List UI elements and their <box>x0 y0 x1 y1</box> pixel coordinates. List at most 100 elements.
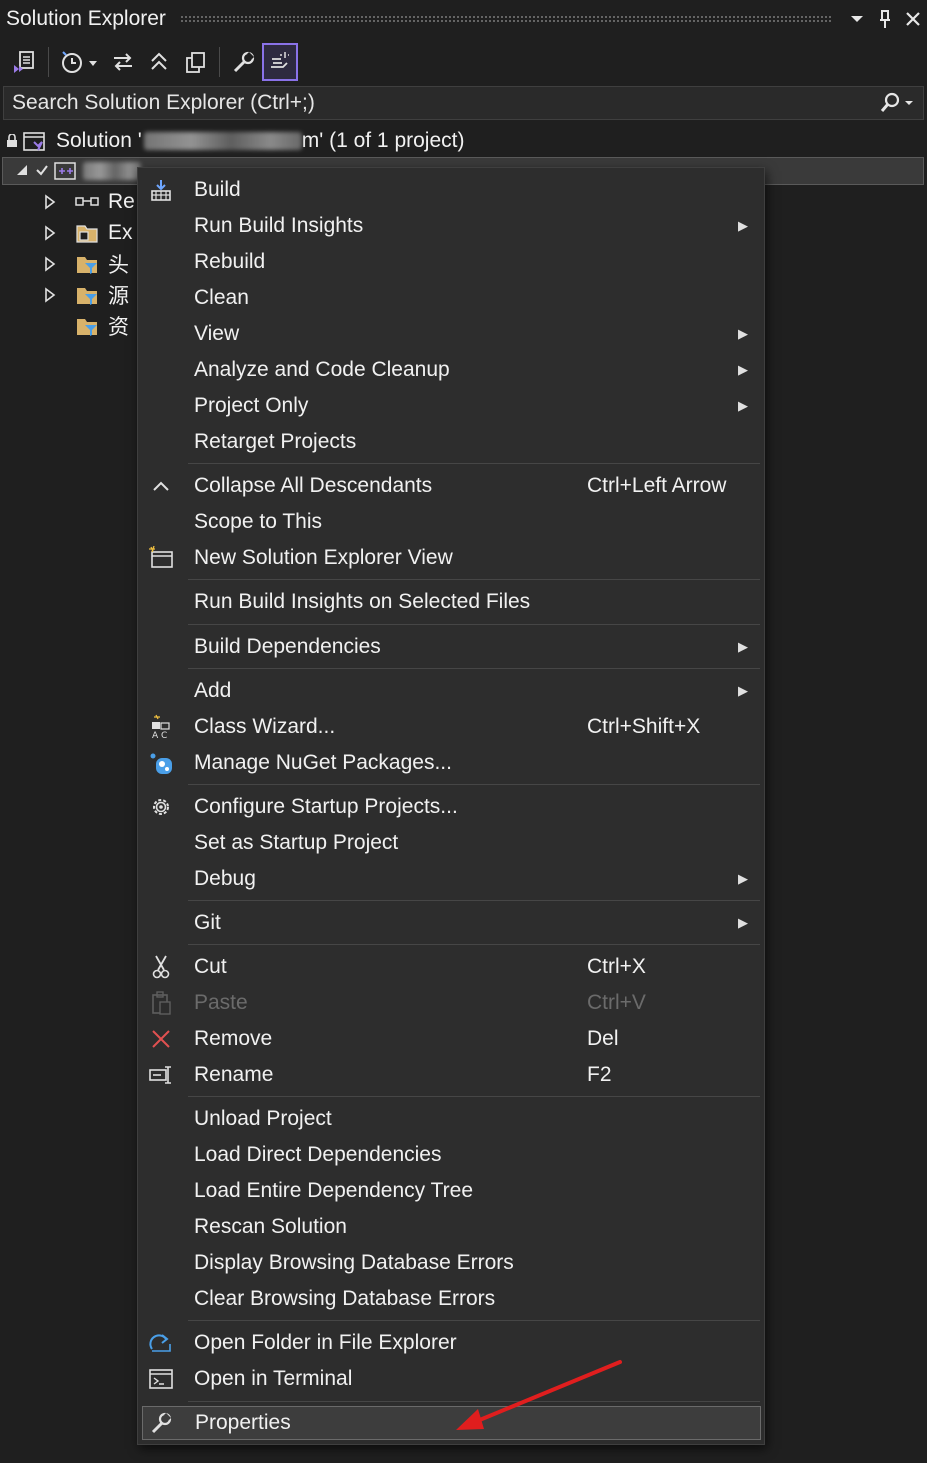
redacted-project-name <box>83 162 141 180</box>
context-menu: Build Run Build Insights ▶ Rebuild Clean… <box>137 167 765 1445</box>
menu-item-run-build-insights[interactable]: Run Build Insights ▶ <box>138 208 764 244</box>
menu-item-load-direct[interactable]: Load Direct Dependencies <box>138 1137 764 1173</box>
submenu-arrow-icon: ▶ <box>738 398 748 413</box>
menu-item-project-only[interactable]: Project Only ▶ <box>138 388 764 424</box>
menu-item-scope-to-this[interactable]: Scope to This <box>138 504 764 540</box>
tree-item-label: 头 <box>108 254 129 277</box>
expand-arrow-icon[interactable] <box>44 225 74 241</box>
submenu-arrow-icon: ▶ <box>738 915 748 930</box>
tree-item-label: Ex <box>108 221 133 244</box>
menu-item-remove[interactable]: Remove Del <box>138 1021 764 1057</box>
submenu-arrow-icon: ▶ <box>738 683 748 698</box>
menu-item-collapse-all[interactable]: Collapse All Descendants Ctrl+Left Arrow <box>138 468 764 504</box>
header-files-node[interactable]: 头 <box>44 250 129 278</box>
pending-changes-filter-icon[interactable] <box>55 43 105 81</box>
svg-text:A: A <box>152 731 159 740</box>
gear-icon <box>146 792 176 822</box>
source-files-node[interactable]: 源 <box>44 281 129 309</box>
collapse-all-icon[interactable] <box>141 43 177 81</box>
wrench-icon <box>147 1408 177 1438</box>
tree-item-label: Re <box>108 190 135 213</box>
menu-item-load-entire[interactable]: Load Entire Dependency Tree <box>138 1173 764 1209</box>
menu-item-build[interactable]: Build <box>138 172 764 208</box>
redacted-solution-name <box>143 132 302 150</box>
svg-text:C: C <box>161 731 167 740</box>
preview-selected-items-icon[interactable] <box>262 43 298 81</box>
filter-folder-icon <box>74 284 108 306</box>
checkmark-icon <box>36 163 48 181</box>
references-icon <box>74 195 108 209</box>
menu-separator <box>188 463 760 464</box>
sync-with-active-document-icon[interactable] <box>105 43 141 81</box>
menu-item-open-terminal[interactable]: Open in Terminal <box>138 1361 764 1397</box>
nuget-icon <box>146 748 176 778</box>
solution-explorer-window: Solution Explorer Search Solution Explor… <box>0 0 927 1463</box>
pin-icon[interactable] <box>871 4 899 34</box>
properties-icon[interactable] <box>226 43 262 81</box>
show-all-files-icon[interactable] <box>177 43 213 81</box>
menu-item-unload-project[interactable]: Unload Project <box>138 1101 764 1137</box>
toolbar-separator <box>219 47 220 77</box>
menu-separator <box>188 579 760 580</box>
menu-item-git[interactable]: Git ▶ <box>138 905 764 941</box>
switch-views-icon[interactable] <box>6 43 42 81</box>
menu-item-analyze[interactable]: Analyze and Code Cleanup ▶ <box>138 352 764 388</box>
remove-x-icon <box>146 1024 176 1054</box>
open-folder-arrow-icon <box>146 1328 176 1358</box>
expand-arrow-icon[interactable] <box>44 194 74 210</box>
menu-item-add[interactable]: Add ▶ <box>138 673 764 709</box>
window-title: Solution Explorer <box>6 7 166 30</box>
submenu-arrow-icon: ▶ <box>738 326 748 341</box>
filter-folder-icon <box>74 315 108 337</box>
search-input[interactable] <box>4 90 871 116</box>
menu-item-rebuild[interactable]: Rebuild <box>138 244 764 280</box>
submenu-arrow-icon: ▶ <box>738 871 748 886</box>
menu-separator <box>188 944 760 945</box>
menu-item-run-build-insights-selected[interactable]: Run Build Insights on Selected Files <box>138 584 764 620</box>
menu-separator <box>188 784 760 785</box>
submenu-arrow-icon: ▶ <box>738 362 748 377</box>
resource-files-node[interactable]: 资 <box>74 312 129 340</box>
rename-icon <box>146 1060 176 1090</box>
tree-item-label: 源 <box>108 285 129 308</box>
title-grip[interactable] <box>179 15 833 23</box>
menu-item-build-dependencies[interactable]: Build Dependencies ▶ <box>138 629 764 665</box>
close-icon[interactable] <box>899 4 927 34</box>
menu-item-configure-startup[interactable]: Configure Startup Projects... <box>138 789 764 825</box>
menu-item-new-view[interactable]: New Solution Explorer View <box>138 540 764 576</box>
menu-item-rename[interactable]: Rename F2 <box>138 1057 764 1093</box>
menu-item-debug[interactable]: Debug ▶ <box>138 861 764 897</box>
menu-item-view[interactable]: View ▶ <box>138 316 764 352</box>
menu-item-manage-nuget[interactable]: Manage NuGet Packages... <box>138 745 764 781</box>
menu-separator <box>188 900 760 901</box>
solution-node[interactable]: Solution ' m' (1 of 1 project) <box>6 127 464 155</box>
expand-arrow-icon[interactable] <box>44 287 74 303</box>
menu-item-clear-db-errors[interactable]: Clear Browsing Database Errors <box>138 1281 764 1317</box>
menu-item-retarget[interactable]: Retarget Projects <box>138 424 764 460</box>
toolbar <box>0 40 927 84</box>
menu-item-display-db-errors[interactable]: Display Browsing Database Errors <box>138 1245 764 1281</box>
menu-item-open-folder[interactable]: Open Folder in File Explorer <box>138 1325 764 1361</box>
menu-separator <box>188 1320 760 1321</box>
menu-item-cut[interactable]: Cut Ctrl+X <box>138 949 764 985</box>
menu-item-set-startup[interactable]: Set as Startup Project <box>138 825 764 861</box>
search-box <box>3 86 924 120</box>
references-node[interactable]: Re <box>44 188 135 216</box>
expand-arrow-icon[interactable] <box>44 256 74 272</box>
menu-separator <box>188 624 760 625</box>
chevron-down-icon[interactable] <box>843 4 871 34</box>
filter-folder-icon <box>74 253 108 275</box>
menu-item-class-wizard[interactable]: AC Class Wizard... Ctrl+Shift+X <box>138 709 764 745</box>
expand-arrow-icon[interactable] <box>15 163 29 182</box>
terminal-icon <box>146 1364 176 1394</box>
search-icon[interactable] <box>871 92 923 114</box>
tree-item-label: 资 <box>108 316 129 339</box>
menu-separator <box>188 1401 760 1402</box>
external-dependencies-node[interactable]: Ex <box>44 219 133 247</box>
toolbar-separator <box>48 47 49 77</box>
menu-item-properties[interactable]: Properties <box>142 1406 761 1440</box>
title-bar: Solution Explorer <box>0 0 927 38</box>
menu-item-clean[interactable]: Clean <box>138 280 764 316</box>
chevron-up-icon <box>146 471 176 501</box>
menu-item-rescan[interactable]: Rescan Solution <box>138 1209 764 1245</box>
